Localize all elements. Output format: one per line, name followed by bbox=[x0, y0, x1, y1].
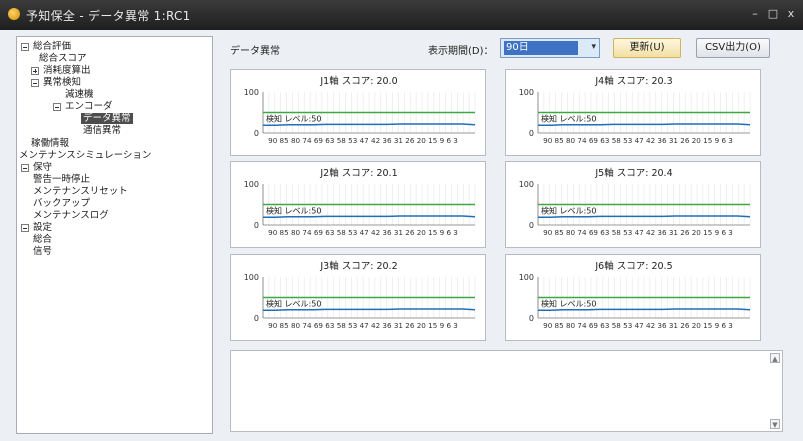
series-line bbox=[538, 215, 751, 218]
title-bar: 予知保全 - データ異常 1:RC1 – □ x bbox=[0, 0, 803, 30]
tree-item-signal[interactable]: 信号 bbox=[33, 246, 52, 258]
tree-item-backup[interactable]: バックアップ bbox=[33, 198, 90, 210]
y-tick-label: 0 bbox=[254, 314, 259, 323]
y-tick-label: 100 bbox=[519, 88, 534, 97]
threshold-label: 検知 レベル:50 bbox=[541, 206, 596, 216]
tree-item-reducer[interactable]: 減速機 bbox=[65, 89, 94, 101]
chart-title: J1軸 スコア: 20.0 bbox=[319, 75, 397, 87]
tree-item-maintenance[interactable]: 保守 bbox=[21, 162, 52, 174]
series-line bbox=[538, 308, 751, 311]
series-line bbox=[263, 308, 476, 311]
chart-title: J5軸 スコア: 20.4 bbox=[594, 167, 672, 179]
tree-item-wear-calculation[interactable]: 消耗度算出 bbox=[31, 65, 91, 77]
minimize-button[interactable]: – bbox=[748, 6, 762, 22]
y-tick-label: 0 bbox=[254, 221, 259, 230]
series-line bbox=[538, 123, 751, 126]
chart-j1: J1軸 スコア: 20.0 100 0 検知 レベル:50 90 85 80 74 69… bbox=[244, 75, 476, 145]
chart-j5: J5軸 スコア: 20.4 100 0 検知 レベル:50 90 85 80 74 69… bbox=[519, 167, 751, 237]
scroll-down-icon[interactable]: ▼ bbox=[770, 419, 780, 429]
threshold-label: 検知 レベル:50 bbox=[266, 114, 321, 124]
tree-item-warning-pause[interactable]: 警告一時停止 bbox=[33, 174, 90, 186]
threshold-label: 検知 レベル:50 bbox=[266, 299, 321, 309]
collapse-icon[interactable] bbox=[21, 43, 29, 51]
chart-title: J3軸 スコア: 20.2 bbox=[319, 260, 397, 272]
chevron-down-icon[interactable]: ▾ bbox=[591, 42, 596, 52]
update-button[interactable]: 更新(U) bbox=[613, 38, 681, 58]
chart-title: J4軸 スコア: 20.3 bbox=[594, 75, 672, 87]
chart-j4: J4軸 スコア: 20.3 100 0 検知 レベル:50 90 85 80 74 69… bbox=[519, 75, 751, 145]
tree-item-operation-info[interactable]: 稼働情報 bbox=[31, 138, 69, 150]
x-tick-labels: 90 85 80 74 69 63 58 53 47 42 36 31 26 2… bbox=[268, 321, 458, 330]
y-tick-label: 100 bbox=[244, 88, 259, 97]
period-label: 表示期間(D)： bbox=[428, 46, 494, 57]
close-button[interactable]: x bbox=[784, 6, 798, 22]
chart-card-j5: J5軸 スコア: 20.4 100 0 検知 レベル:50 90 85 80 74 69… bbox=[505, 161, 761, 248]
series-line bbox=[263, 215, 476, 218]
app-icon bbox=[8, 8, 20, 20]
navigation-tree: 総合評価 総合スコア 消耗度算出 異常検知 減速機 エンコーダ データ異常 通信… bbox=[16, 36, 213, 434]
chart-j3: J3軸 スコア: 20.2 100 0 検知 レベル:50 90 85 80 74 69… bbox=[244, 260, 476, 330]
collapse-icon[interactable] bbox=[21, 164, 29, 172]
chart-card-j6: J6軸 スコア: 20.5 100 0 検知 レベル:50 90 85 80 74 69… bbox=[505, 254, 761, 341]
tree-item-data-anomaly[interactable]: データ異常 bbox=[81, 113, 133, 125]
chart-card-j3: J3軸 スコア: 20.2 100 0 検知 レベル:50 90 85 80 74 69… bbox=[230, 254, 486, 341]
x-tick-labels: 90 85 80 74 69 63 58 53 47 42 36 31 26 2… bbox=[268, 228, 458, 237]
csv-export-button[interactable]: CSV出力(O) bbox=[696, 38, 770, 58]
tree-item-overall-evaluation[interactable]: 総合評価 bbox=[21, 41, 71, 53]
tree-item-encoder[interactable]: エンコーダ bbox=[53, 101, 113, 113]
app-window: 予知保全 - データ異常 1:RC1 – □ x 総合評価 総合スコア 消耗度算… bbox=[0, 0, 803, 441]
main-panel: データ異常 表示期間(D)： 90日 ▾ 更新(U) CSV出力(O) J1軸 … bbox=[218, 36, 798, 436]
x-tick-labels: 90 85 80 74 69 63 58 53 47 42 36 31 26 2… bbox=[543, 228, 733, 237]
expand-icon[interactable] bbox=[31, 67, 39, 75]
y-tick-label: 100 bbox=[244, 180, 259, 189]
chart-card-j1: J1軸 スコア: 20.0 100 0 検知 レベル:50 90 85 80 74 69… bbox=[230, 69, 486, 156]
scroll-up-icon[interactable]: ▲ bbox=[770, 353, 780, 363]
y-tick-label: 100 bbox=[244, 273, 259, 282]
series-line bbox=[263, 123, 476, 126]
tree-item-maintenance-log[interactable]: メンテナンスログ bbox=[33, 210, 109, 222]
tree-item-maintenance-simulation[interactable]: メンテナンスシミュレーション bbox=[19, 150, 151, 162]
chart-card-j2: J2軸 スコア: 20.1 100 0 検知 レベル:50 90 85 80 74 69… bbox=[230, 161, 486, 248]
threshold-label: 検知 レベル:50 bbox=[541, 299, 596, 309]
chart-j2: J2軸 スコア: 20.1 100 0 検知 レベル:50 90 85 80 74 69… bbox=[244, 167, 476, 237]
collapse-icon[interactable] bbox=[53, 103, 61, 111]
collapse-icon[interactable] bbox=[31, 79, 39, 87]
period-value: 90日 bbox=[504, 41, 578, 55]
chart-title: J2軸 スコア: 20.1 bbox=[319, 167, 397, 179]
y-tick-label: 100 bbox=[519, 273, 534, 282]
period-select[interactable]: 90日 ▾ bbox=[500, 38, 600, 58]
x-tick-labels: 90 85 80 74 69 63 58 53 47 42 36 31 26 2… bbox=[543, 136, 733, 145]
page-title: データ異常 bbox=[230, 46, 280, 57]
tree-item-total-score[interactable]: 総合スコア bbox=[39, 53, 87, 65]
collapse-icon[interactable] bbox=[21, 224, 29, 232]
maximize-button[interactable]: □ bbox=[766, 6, 780, 22]
log-text-area[interactable]: ▲ ▼ bbox=[230, 350, 783, 432]
y-tick-label: 0 bbox=[254, 129, 259, 138]
y-tick-label: 0 bbox=[529, 314, 534, 323]
y-tick-label: 0 bbox=[529, 129, 534, 138]
x-tick-labels: 90 85 80 74 69 63 58 53 47 42 36 31 26 2… bbox=[268, 136, 458, 145]
tree-item-maintenance-reset[interactable]: メンテナンスリセット bbox=[33, 186, 128, 198]
threshold-label: 検知 レベル:50 bbox=[266, 206, 321, 216]
window-title: 予知保全 - データ異常 1:RC1 bbox=[26, 9, 191, 23]
tree-item-communication-anomaly[interactable]: 通信異常 bbox=[83, 125, 121, 137]
chart-card-j4: J4軸 スコア: 20.3 100 0 検知 レベル:50 90 85 80 74 69… bbox=[505, 69, 761, 156]
x-tick-labels: 90 85 80 74 69 63 58 53 47 42 36 31 26 2… bbox=[543, 321, 733, 330]
chart-j6: J6軸 スコア: 20.5 100 0 検知 レベル:50 90 85 80 74 69… bbox=[519, 260, 751, 330]
chart-title: J6軸 スコア: 20.5 bbox=[594, 260, 672, 272]
y-tick-label: 100 bbox=[519, 180, 534, 189]
threshold-label: 検知 レベル:50 bbox=[541, 114, 596, 124]
y-tick-label: 0 bbox=[529, 221, 534, 230]
tree-item-anomaly-detection[interactable]: 異常検知 bbox=[31, 77, 81, 89]
tree-item-settings[interactable]: 設定 bbox=[21, 222, 52, 234]
tree-item-general[interactable]: 総合 bbox=[33, 234, 52, 246]
